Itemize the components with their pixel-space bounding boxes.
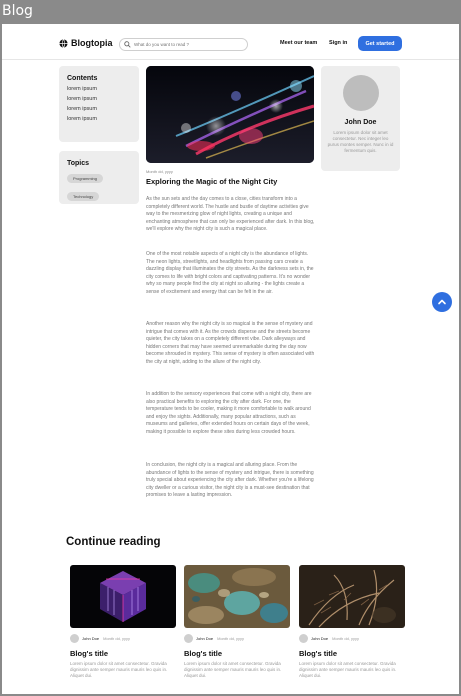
card-title[interactable]: Blog's title — [184, 649, 290, 658]
card-title[interactable]: Blog's title — [299, 649, 405, 658]
card-excerpt: Lorem ipsum dolor sit amet consectetur. … — [70, 661, 168, 678]
scroll-top-button[interactable] — [432, 292, 452, 312]
article-paragraph: In conclusion, the night city is a magic… — [146, 462, 314, 498]
contents-item[interactable]: lorem ipsum — [67, 106, 131, 112]
topic-tag-technology[interactable]: Technology — [67, 192, 100, 201]
header: Blogtopia Meet our team Sign in Get star… — [2, 24, 459, 60]
card-date: Month dd, yyyy — [217, 636, 245, 641]
author-name[interactable]: John Doe — [321, 119, 400, 126]
article-paragraph: In addition to the sensory experiences t… — [146, 391, 312, 435]
author-card: John Doe Lorem ipsum dolor sit amet cons… — [321, 66, 400, 171]
blog-card[interactable]: John Doe Month dd, yyyy Blog's title Lor… — [299, 565, 405, 679]
logo-text: Blogtopia — [71, 38, 113, 48]
contents-panel: Contents lorem ipsum lorem ipsum lorem i… — [59, 66, 139, 142]
get-started-button[interactable]: Get started — [358, 36, 402, 51]
topics-panel: Topics Programming Technology — [59, 151, 139, 204]
logo[interactable]: Blogtopia — [59, 38, 113, 48]
search-icon — [124, 41, 131, 48]
search-bar[interactable] — [119, 38, 248, 51]
blog-card[interactable]: John Doe Month dd, yyyy Blog's title Lor… — [70, 565, 176, 679]
card-author: John Doe — [196, 636, 214, 641]
card-date: Month dd, yyyy — [332, 636, 360, 641]
card-author-avatar — [299, 634, 308, 643]
article-paragraph: One of the most notable aspects of a nig… — [146, 251, 314, 295]
author-bio: Lorem ipsum dolor sit amet consectetur. … — [327, 130, 394, 153]
chevron-up-icon — [438, 299, 446, 305]
card-date: Month dd, yyyy — [103, 636, 131, 641]
card-author-avatar — [184, 634, 193, 643]
topics-title: Topics — [67, 160, 90, 167]
card-title[interactable]: Blog's title — [70, 649, 176, 658]
contents-item[interactable]: lorem ipsum — [67, 116, 131, 122]
search-input[interactable] — [134, 42, 244, 47]
nav-meet-team-link[interactable]: Meet our team — [280, 40, 317, 46]
topic-tag-programming[interactable]: Programming — [67, 174, 104, 183]
blog-card-image[interactable] — [184, 565, 290, 628]
author-avatar — [342, 75, 379, 111]
continue-reading-heading: Continue reading — [66, 536, 161, 548]
window-title: Blog — [2, 3, 33, 19]
globe-icon — [59, 38, 68, 48]
hero-image — [146, 66, 314, 163]
card-excerpt: Lorem ipsum dolor sit amet consectetur. … — [184, 661, 282, 678]
blog-card[interactable]: John Doe Month dd, yyyy Blog's title Lor… — [184, 565, 290, 679]
blog-card-image[interactable] — [299, 565, 405, 628]
contents-item[interactable]: lorem ipsum — [67, 96, 131, 102]
nav-signin-link[interactable]: Sign in — [329, 40, 347, 46]
contents-title: Contents — [67, 75, 98, 82]
article-date: Month dd, yyyy — [146, 169, 173, 174]
article-paragraph: As the sun sets and the day comes to a c… — [146, 196, 315, 232]
page: Blogtopia Meet our team Sign in Get star… — [2, 24, 459, 694]
card-excerpt: Lorem ipsum dolor sit amet consectetur. … — [299, 661, 397, 678]
article-paragraph: Another reason why the night city is so … — [146, 321, 315, 365]
contents-item[interactable]: lorem ipsum — [67, 86, 131, 92]
window-frame: Blog Blogtopia Meet our team Sign in Get… — [0, 0, 461, 696]
card-author: John Doe — [311, 636, 329, 641]
card-author-avatar — [70, 634, 79, 643]
article-title: Exploring the Magic of the Night City — [146, 177, 278, 186]
blog-card-image[interactable] — [70, 565, 176, 628]
card-author: John Doe — [82, 636, 100, 641]
